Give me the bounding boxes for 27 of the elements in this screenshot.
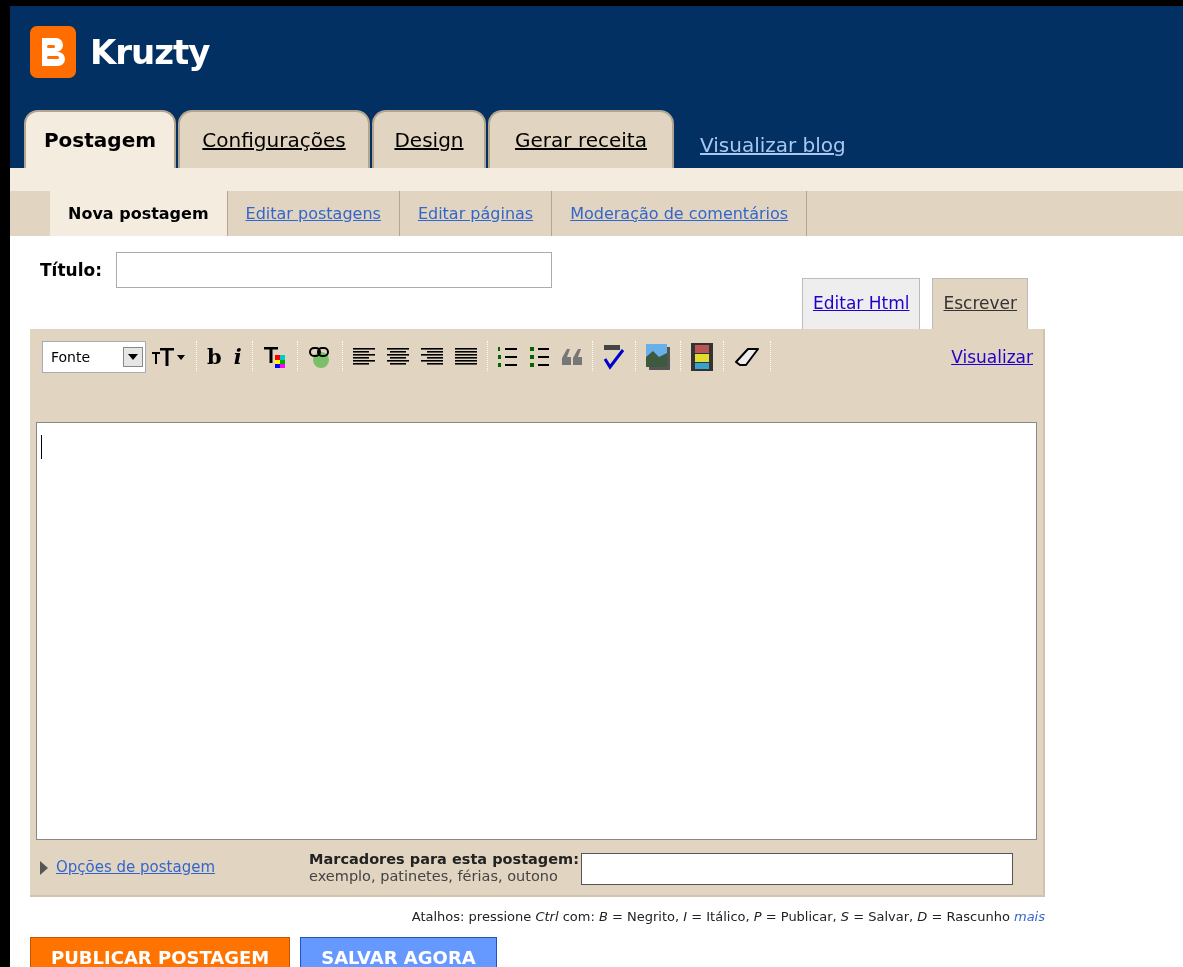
view-blog-link[interactable]: Visualizar blog [700, 130, 846, 160]
sub-tab[interactable]: Editar postagens [227, 191, 400, 236]
sub-tab[interactable]: Nova postagem [50, 191, 228, 236]
more-link[interactable]: mais [1014, 909, 1045, 924]
labels-label: Marcadores para esta postagem: [309, 850, 579, 868]
labels-hint: exemplo, patinetes, férias, outono [309, 867, 559, 885]
editor-tab[interactable]: Editar Html [802, 278, 921, 329]
nav-tab[interactable]: Configurações [178, 110, 370, 168]
blog-title: Kruzty [90, 30, 210, 74]
bold-button[interactable]: b [201, 341, 228, 373]
post-options-link[interactable]: Opções de postagem [56, 856, 216, 879]
sub-tab[interactable]: Editar páginas [399, 191, 553, 236]
labels-input[interactable] [580, 852, 1013, 885]
italic-button[interactable]: i [227, 341, 248, 373]
preview-link[interactable]: Visualizar [951, 345, 1033, 371]
dropdown-arrow-icon[interactable] [128, 354, 138, 360]
sub-tab[interactable]: Moderação de comentários [552, 191, 808, 236]
font-select[interactable]: Fonte [42, 341, 146, 373]
nav-tab[interactable]: Design [372, 110, 486, 168]
editor-tab[interactable]: Escrever [932, 278, 1028, 329]
nav-tab[interactable]: Postagem [24, 110, 176, 168]
text-cursor [41, 435, 42, 459]
title-label: Título: [40, 259, 102, 282]
title-input[interactable] [115, 252, 552, 288]
blogger-logo [30, 26, 76, 78]
nav-tab[interactable]: Gerar receita [488, 110, 674, 168]
shortcuts-text: Atalhos: pressione Ctrl com: B = Negrito, I = Itálico, P = Publicar, S = Salvar, D = Rascunho mais [411, 909, 1045, 924]
